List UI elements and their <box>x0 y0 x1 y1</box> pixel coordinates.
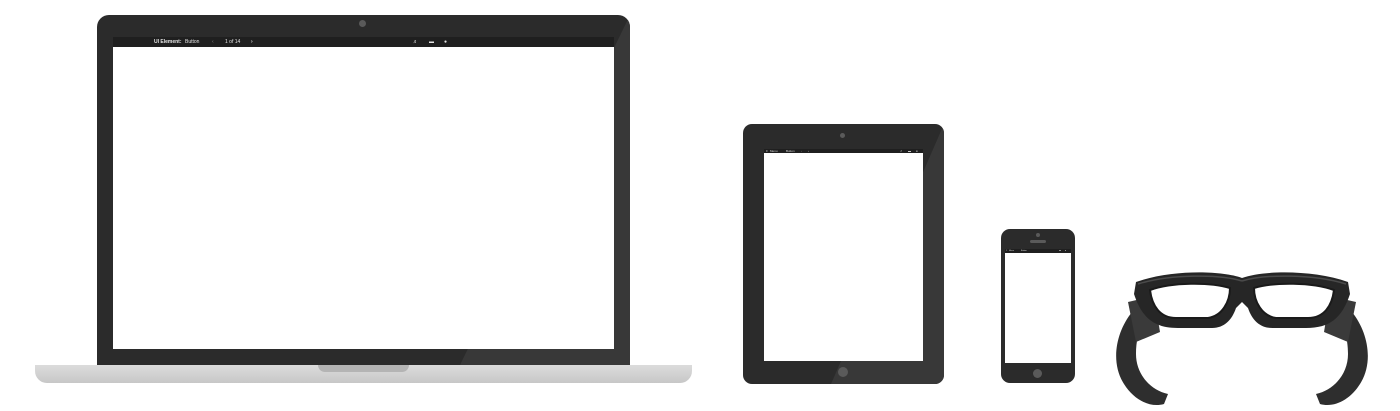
phone-screen: ≡ Menu Button ▬ ● <box>1005 249 1071 363</box>
menu-label[interactable]: Menu <box>770 149 778 153</box>
chevron-left-icon[interactable]: ‹ <box>801 149 802 153</box>
chevron-right-icon[interactable]: › <box>251 37 253 47</box>
chevron-left-icon[interactable]: ‹ <box>212 37 214 47</box>
phone-toolbar: ≡ Menu Button ▬ ● <box>1005 249 1071 253</box>
phone-home-button[interactable] <box>1033 369 1042 378</box>
globe-icon[interactable]: ● <box>444 37 447 47</box>
laptop-camera <box>359 20 366 27</box>
globe-icon[interactable]: ● <box>916 149 918 153</box>
laptop-screen: UI Element: Button ‹ 1 of 14 › ♬ ▬ ● <box>113 37 614 349</box>
phone-speaker <box>1030 240 1046 243</box>
smart-glasses-icon <box>1116 272 1368 406</box>
tablet-toolbar: ≡ Menu Button ‹ › ♬ ▬ ● <box>764 149 923 153</box>
save-icon[interactable]: ▬ <box>1059 249 1061 253</box>
tablet-screen: ≡ Menu Button ‹ › ♬ ▬ ● <box>764 149 923 361</box>
phone-device: ≡ Menu Button ▬ ● <box>1001 229 1075 383</box>
save-icon[interactable]: ▬ <box>908 149 911 153</box>
tablet-device: ≡ Menu Button ‹ › ♬ ▬ ● <box>743 124 944 384</box>
music-icon[interactable]: ♬ <box>413 37 418 47</box>
tablet-camera <box>840 133 845 138</box>
laptop-opening-notch <box>318 365 409 372</box>
laptop-toolbar: UI Element: Button ‹ 1 of 14 › ♬ ▬ ● <box>113 37 614 47</box>
menu-icon[interactable]: ≡ <box>766 149 768 153</box>
element-name: Button <box>1021 250 1027 252</box>
element-name: Button <box>185 39 200 45</box>
phone-camera <box>1036 233 1040 237</box>
chevron-right-icon[interactable]: › <box>808 149 809 153</box>
element-name: Button <box>786 149 795 153</box>
tablet-home-button[interactable] <box>838 367 848 377</box>
laptop-device: UI Element: Button ‹ 1 of 14 › ♬ ▬ ● <box>97 15 630 365</box>
menu-icon[interactable]: ≡ <box>1006 249 1007 253</box>
page-indicator: 1 of 14 <box>225 39 241 45</box>
music-icon[interactable]: ♬ <box>900 149 903 153</box>
globe-icon[interactable]: ● <box>1065 249 1066 253</box>
ui-element-label: UI Element: <box>154 39 182 45</box>
save-icon[interactable]: ▬ <box>429 37 434 47</box>
menu-label[interactable]: Menu <box>1009 249 1014 253</box>
